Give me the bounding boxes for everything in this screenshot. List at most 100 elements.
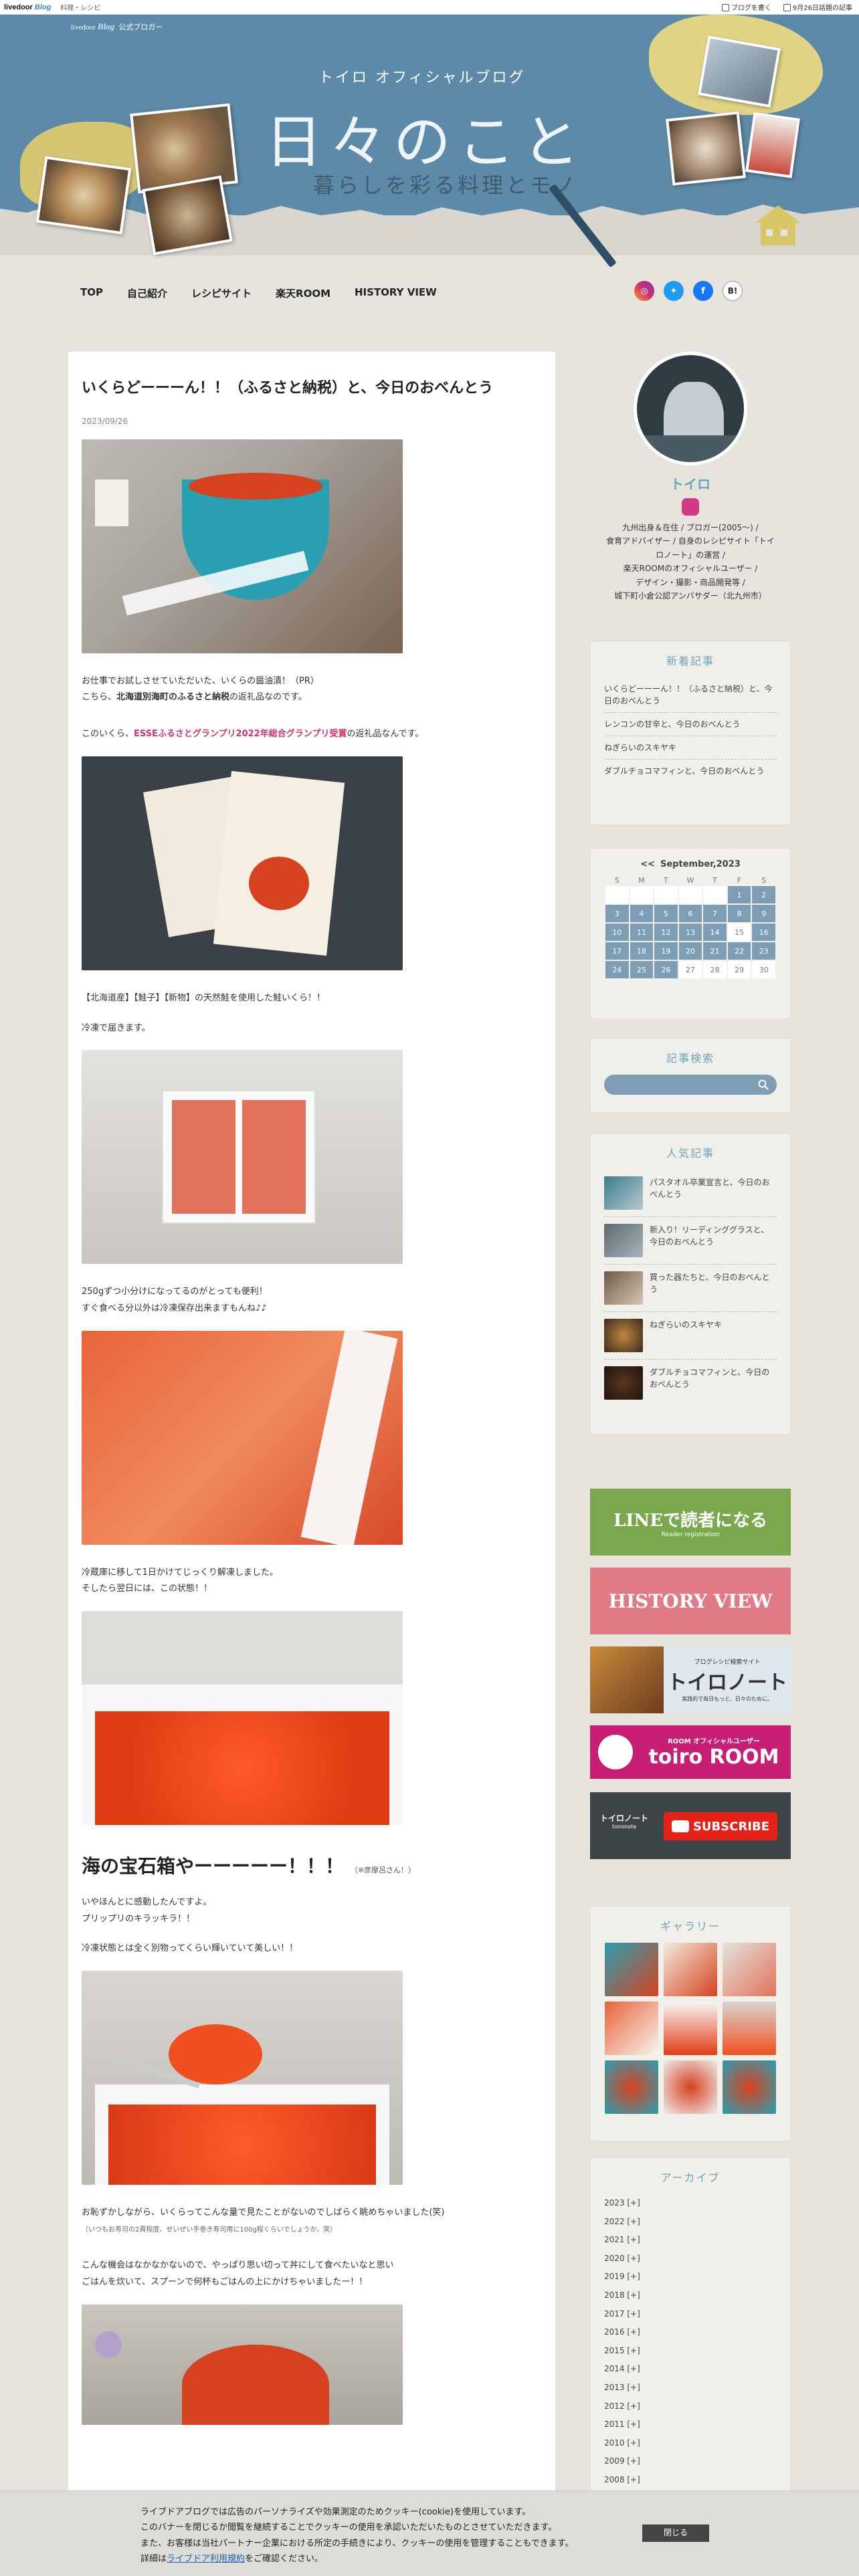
gallery-thumbnail[interactable] bbox=[664, 2002, 717, 2055]
archive-year-link[interactable]: 2008 [+] bbox=[604, 2471, 777, 2490]
blog-title[interactable]: 日々のこと bbox=[265, 95, 586, 179]
popular-post[interactable]: パスタオル卒業宣言と、今日のおべんとう bbox=[604, 1170, 777, 1217]
calendar-day-link[interactable]: 21 bbox=[703, 942, 727, 960]
toiro-room-banner[interactable]: ROOM オフィシャルユーザー toiro ROOM bbox=[590, 1725, 791, 1779]
cookie-close-button[interactable]: 閉じる bbox=[642, 2525, 709, 2542]
popular-post[interactable]: ダブルチョコマフィンと、今日のおべんとう bbox=[604, 1360, 777, 1406]
archive-year-link[interactable]: 2009 [+] bbox=[604, 2452, 777, 2471]
calendar-day-link[interactable]: 12 bbox=[654, 924, 678, 941]
instagram-icon[interactable] bbox=[682, 498, 699, 516]
nav-rakuten-room[interactable]: 楽天ROOM bbox=[276, 286, 330, 300]
calendar-day-link[interactable]: 23 bbox=[752, 942, 775, 960]
nav-profile[interactable]: 自己紹介 bbox=[127, 286, 167, 300]
gallery-thumbnail[interactable] bbox=[605, 2002, 658, 2055]
search-input[interactable] bbox=[604, 1075, 777, 1095]
calendar-day-link[interactable]: 18 bbox=[630, 942, 654, 960]
archive-year-link[interactable]: 2022 [+] bbox=[604, 2213, 777, 2232]
article-image-ikura-bowl[interactable] bbox=[82, 439, 403, 653]
article-image-thawing-pack[interactable] bbox=[82, 1330, 403, 1545]
popular-post-thumbnail[interactable] bbox=[604, 1319, 643, 1352]
calendar-day-link[interactable]: 13 bbox=[678, 924, 702, 941]
search-icon[interactable] bbox=[758, 1079, 769, 1090]
calendar-day-link[interactable]: 2 bbox=[752, 886, 775, 903]
instagram-icon[interactable]: ◎ bbox=[634, 281, 654, 301]
calendar-day-link[interactable]: 16 bbox=[752, 924, 775, 941]
calendar-day-link[interactable]: 10 bbox=[605, 924, 629, 941]
livedoor-logo[interactable]: livedoor Blog bbox=[4, 3, 51, 11]
topic-articles-link[interactable]: 9月26日話題の記事 bbox=[783, 2, 852, 12]
archive-year-link[interactable]: 2023 [+] bbox=[604, 2194, 777, 2213]
youtube-subscribe-banner[interactable]: トイロノート toironote SUBSCRIBE bbox=[590, 1792, 791, 1859]
gallery-thumbnail[interactable] bbox=[723, 2002, 776, 2055]
nav-history-view[interactable]: HISTORY VIEW bbox=[355, 286, 437, 300]
gallery-thumbnail[interactable] bbox=[664, 2060, 717, 2114]
article-image-packages[interactable] bbox=[82, 756, 403, 970]
calendar-day-link[interactable]: 17 bbox=[605, 942, 629, 960]
nav-recipe-site[interactable]: レシピサイト bbox=[191, 286, 252, 300]
archive-year-link[interactable]: 2013 [+] bbox=[604, 2379, 777, 2397]
gallery-thumbnail[interactable] bbox=[605, 1943, 658, 1996]
calendar-day-link[interactable]: 24 bbox=[605, 961, 629, 978]
gallery-thumbnail[interactable] bbox=[723, 2060, 776, 2114]
gallery-thumbnail[interactable] bbox=[723, 1943, 776, 1996]
popular-post-thumbnail[interactable] bbox=[604, 1176, 643, 1210]
nav-top[interactable]: TOP bbox=[80, 286, 103, 300]
calendar-day-link[interactable]: 3 bbox=[605, 905, 629, 922]
archive-year-link[interactable]: 2020 [+] bbox=[604, 2250, 777, 2268]
archive-year-link[interactable]: 2018 [+] bbox=[604, 2286, 777, 2305]
calendar-day-link[interactable]: 1 bbox=[727, 886, 751, 903]
calendar-day-link[interactable]: 26 bbox=[654, 961, 678, 978]
article-image-spoon[interactable] bbox=[82, 1971, 403, 2185]
gallery-thumbnail[interactable] bbox=[664, 1943, 717, 1996]
calendar-day-link[interactable]: 20 bbox=[678, 942, 702, 960]
calendar-day-link[interactable]: 25 bbox=[630, 961, 654, 978]
archive-year-link[interactable]: 2019 [+] bbox=[604, 2268, 777, 2286]
calendar-day-link[interactable]: 19 bbox=[654, 942, 678, 960]
calendar-day-link[interactable]: 14 bbox=[703, 924, 727, 941]
archive-year-link[interactable]: 2017 [+] bbox=[604, 2305, 777, 2324]
archive-year-link[interactable]: 2015 [+] bbox=[604, 2342, 777, 2361]
gallery-thumbnail[interactable] bbox=[605, 2060, 658, 2114]
calendar-day-link[interactable]: 11 bbox=[630, 924, 654, 941]
article-image-frozen-trays[interactable] bbox=[82, 1050, 403, 1265]
toiro-note-banner[interactable]: ブログレシピ検索サイト トイロノート 実践的で毎日もっと、日々のために。 bbox=[590, 1646, 791, 1713]
hatena-icon[interactable]: B! bbox=[723, 281, 743, 301]
calendar-day-link[interactable]: 4 bbox=[630, 905, 654, 922]
calendar-day-link[interactable]: 8 bbox=[727, 905, 751, 922]
popular-post-thumbnail[interactable] bbox=[604, 1224, 643, 1257]
terms-link[interactable]: ライブドア利用規約 bbox=[167, 2554, 245, 2564]
recent-post-link[interactable]: ダブルチョコマフィンと、今日のおべんとう bbox=[604, 760, 777, 782]
recent-post-link[interactable]: いくらどーーーん！！（ふるさと納税）と、今日のおべんとう bbox=[604, 677, 777, 713]
line-reader-banner[interactable]: LINEで読者になる Reader registration bbox=[590, 1489, 791, 1555]
article-title[interactable]: いくらどーーーん！！（ふるさと納税）と、今日のおべんとう bbox=[82, 379, 542, 399]
archive-year-link[interactable]: 2016 [+] bbox=[604, 2323, 777, 2342]
archive-year-link[interactable]: 2021 [+] bbox=[604, 2231, 777, 2250]
calendar-day-link[interactable]: 7 bbox=[703, 905, 727, 922]
archive-year-link[interactable]: 2011 [+] bbox=[604, 2416, 777, 2434]
popular-post[interactable]: 買った器たちと、今日のおべんとう bbox=[604, 1265, 777, 1312]
article-image-thawed-tray[interactable] bbox=[82, 1610, 403, 1825]
calendar-day-link[interactable]: 22 bbox=[727, 942, 751, 960]
article-image-ikura-bowl-2[interactable] bbox=[82, 2304, 403, 2425]
write-blog-link[interactable]: ブログを書く bbox=[721, 2, 771, 12]
archive-year-link[interactable]: 2010 [+] bbox=[604, 2434, 777, 2453]
calendar-day-link[interactable]: 5 bbox=[654, 905, 678, 922]
history-view-banner[interactable]: HISTORY VIEW bbox=[590, 1568, 791, 1634]
popular-post[interactable]: 新入り！リーディンググラスと、今日のおべんとう bbox=[604, 1217, 777, 1265]
archive-year-link[interactable]: 2012 [+] bbox=[604, 2397, 777, 2416]
popular-post[interactable]: ねぎらいのスキヤキ bbox=[604, 1312, 777, 1360]
calendar-day-link[interactable]: 6 bbox=[678, 905, 702, 922]
avatar[interactable] bbox=[634, 352, 747, 465]
facebook-icon[interactable]: f bbox=[693, 281, 713, 301]
recent-post-link[interactable]: ねぎらいのスキヤキ bbox=[604, 736, 777, 760]
category-link[interactable]: 料理・レシピ bbox=[60, 2, 100, 12]
subscribe-button[interactable]: SUBSCRIBE bbox=[664, 1812, 777, 1840]
calendar-day-link[interactable]: 9 bbox=[752, 905, 775, 922]
recent-post-link[interactable]: レンコンの甘辛と、今日のおべんとう bbox=[604, 713, 777, 736]
calendar-prev-link[interactable]: << bbox=[640, 859, 655, 869]
archive-year-link[interactable]: 2014 [+] bbox=[604, 2360, 777, 2379]
profile-name[interactable]: トイロ bbox=[590, 473, 791, 493]
popular-post-thumbnail[interactable] bbox=[604, 1366, 643, 1400]
twitter-icon[interactable]: ✦ bbox=[664, 281, 684, 301]
popular-post-thumbnail[interactable] bbox=[604, 1271, 643, 1305]
